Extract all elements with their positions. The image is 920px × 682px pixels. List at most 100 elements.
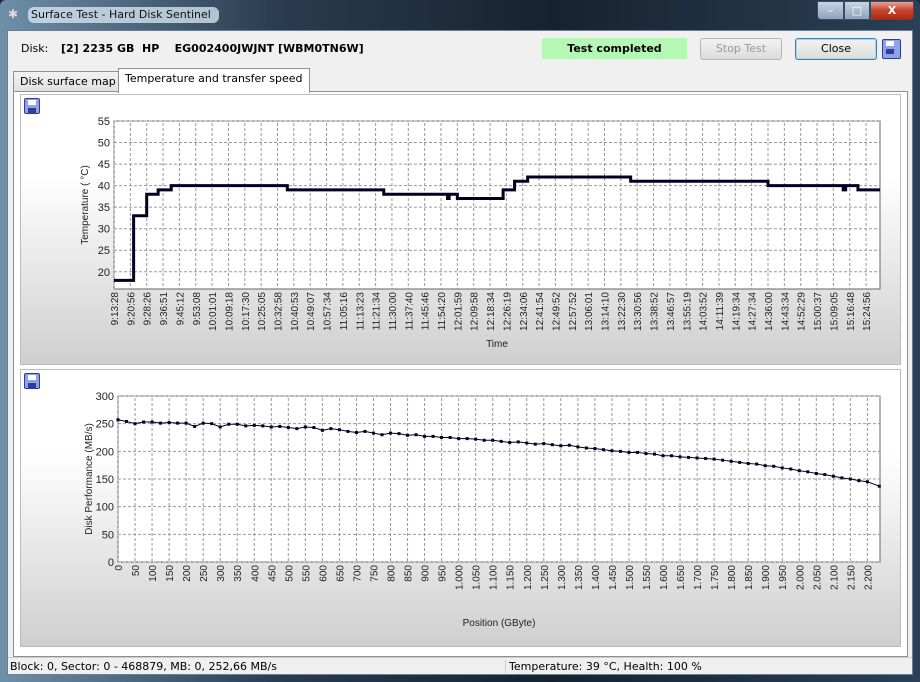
data-point: [337, 428, 341, 432]
data-point: [644, 452, 648, 456]
x-tick-label: 1.250: [540, 565, 551, 590]
data-point: [346, 429, 350, 433]
x-tick-label: 11:54:20: [437, 292, 448, 331]
x-tick-label: 13:22:30: [617, 292, 628, 331]
x-tick-label: 1.600: [659, 565, 670, 590]
data-point: [252, 423, 256, 427]
app-icon: ✱: [8, 7, 19, 21]
x-tick-label: 14:36:00: [764, 292, 775, 331]
x-tick-label: 12:09:58: [470, 292, 481, 331]
data-point: [755, 462, 759, 466]
data-point: [457, 437, 461, 441]
data-point: [704, 457, 708, 461]
x-tick-label: 12:01:59: [453, 292, 464, 331]
data-point: [593, 447, 597, 451]
x-axis-label: Time: [486, 339, 508, 350]
data-point: [414, 433, 418, 437]
x-tick-label: 1.750: [710, 565, 721, 590]
tab-disk-surface-map[interactable]: Disk surface map: [13, 71, 123, 92]
data-point: [431, 434, 435, 438]
y-tick-label: 300: [96, 391, 114, 403]
x-tick-label: 700: [352, 565, 363, 582]
y-tick-label: 50: [98, 138, 110, 150]
x-tick-label: 0: [114, 565, 125, 571]
data-point: [125, 419, 129, 423]
y-tick-label: 30: [98, 224, 110, 236]
window: ✱ Surface Test - Hard Disk Sentinel – □ …: [0, 0, 920, 682]
x-tick-label: 13:46:57: [666, 292, 677, 331]
x-tick-label: 1.950: [778, 565, 789, 590]
data-point: [474, 437, 478, 441]
data-point: [746, 462, 750, 466]
data-point: [516, 440, 520, 444]
x-tick-label: 13:55:19: [682, 292, 693, 331]
window-close-button[interactable]: X: [870, 1, 914, 20]
x-tick-label: 11:05:16: [339, 292, 350, 331]
x-tick-label: 650: [335, 565, 346, 582]
x-tick-label: 500: [284, 565, 295, 582]
x-tick-label: 1.150: [506, 565, 517, 590]
close-button[interactable]: Close: [795, 38, 877, 60]
save-icon[interactable]: [882, 39, 901, 59]
x-tick-label: 10:01:01: [208, 292, 219, 331]
x-tick-label: 9:13:28: [110, 292, 121, 326]
x-tick-label: 9:28:26: [143, 292, 154, 326]
data-point: [542, 442, 546, 446]
x-tick-label: 15:24:56: [862, 292, 873, 331]
x-tick-label: 850: [404, 565, 415, 582]
x-tick-label: 100: [148, 565, 159, 582]
data-point: [678, 455, 682, 459]
x-tick-label: 450: [267, 565, 278, 582]
data-point: [295, 427, 299, 431]
x-tick-label: 1.800: [727, 565, 738, 590]
x-tick-label: 1.350: [574, 565, 585, 590]
y-tick-label: 200: [96, 446, 114, 458]
save-chart-icon[interactable]: [24, 98, 40, 114]
x-tick-label: 1.500: [625, 565, 636, 590]
x-tick-label: 10:49:07: [306, 292, 317, 331]
data-point: [840, 476, 844, 480]
data-point: [508, 440, 512, 444]
data-point: [661, 454, 665, 458]
x-tick-label: 2.000: [795, 565, 806, 590]
data-point: [312, 426, 316, 430]
x-tick-label: 300: [216, 565, 227, 582]
data-point: [235, 422, 239, 426]
save-chart-icon[interactable]: [24, 373, 40, 389]
data-point: [380, 433, 384, 437]
x-tick-label: 10:09:18: [224, 292, 235, 331]
data-point: [721, 458, 725, 462]
x-tick-label: 15:09:05: [829, 292, 840, 331]
data-point: [448, 436, 452, 439]
x-tick-label: 2.050: [812, 565, 823, 590]
x-tick-label: 10:32:58: [274, 292, 285, 331]
x-tick-label: 800: [387, 565, 398, 582]
x-tick-label: 1.850: [744, 565, 755, 590]
x-tick-label: 14:03:52: [699, 292, 710, 331]
x-axis-label: Position (GByte): [463, 618, 536, 629]
status-temperature-health: Temperature: 39 °C, Health: 100 %: [505, 660, 702, 673]
minimize-button[interactable]: –: [817, 1, 844, 20]
data-point: [210, 422, 214, 426]
data-point: [371, 431, 375, 435]
title-bar[interactable]: ✱ Surface Test - Hard Disk Sentinel – □ …: [0, 0, 920, 30]
data-point: [491, 438, 495, 442]
x-tick-label: 13:38:52: [650, 292, 661, 331]
data-point: [789, 467, 793, 471]
data-point: [184, 421, 188, 425]
data-point: [584, 446, 588, 450]
x-tick-label: 950: [438, 565, 449, 582]
stop-test-button[interactable]: Stop Test: [700, 38, 782, 60]
x-tick-label: 14:27:34: [748, 292, 759, 331]
x-tick-label: 550: [301, 565, 312, 582]
data-point: [218, 425, 222, 429]
data-point: [133, 422, 137, 426]
x-tick-label: 9:45:12: [175, 292, 186, 326]
data-point: [729, 459, 733, 463]
x-tick-label: 10:17:30: [241, 292, 252, 331]
data-point: [627, 450, 631, 454]
x-tick-label: 1.650: [676, 565, 687, 590]
maximize-button[interactable]: □: [844, 1, 870, 20]
tab-temperature-transfer-speed[interactable]: Temperature and transfer speed: [118, 68, 310, 93]
data-point: [533, 442, 537, 446]
